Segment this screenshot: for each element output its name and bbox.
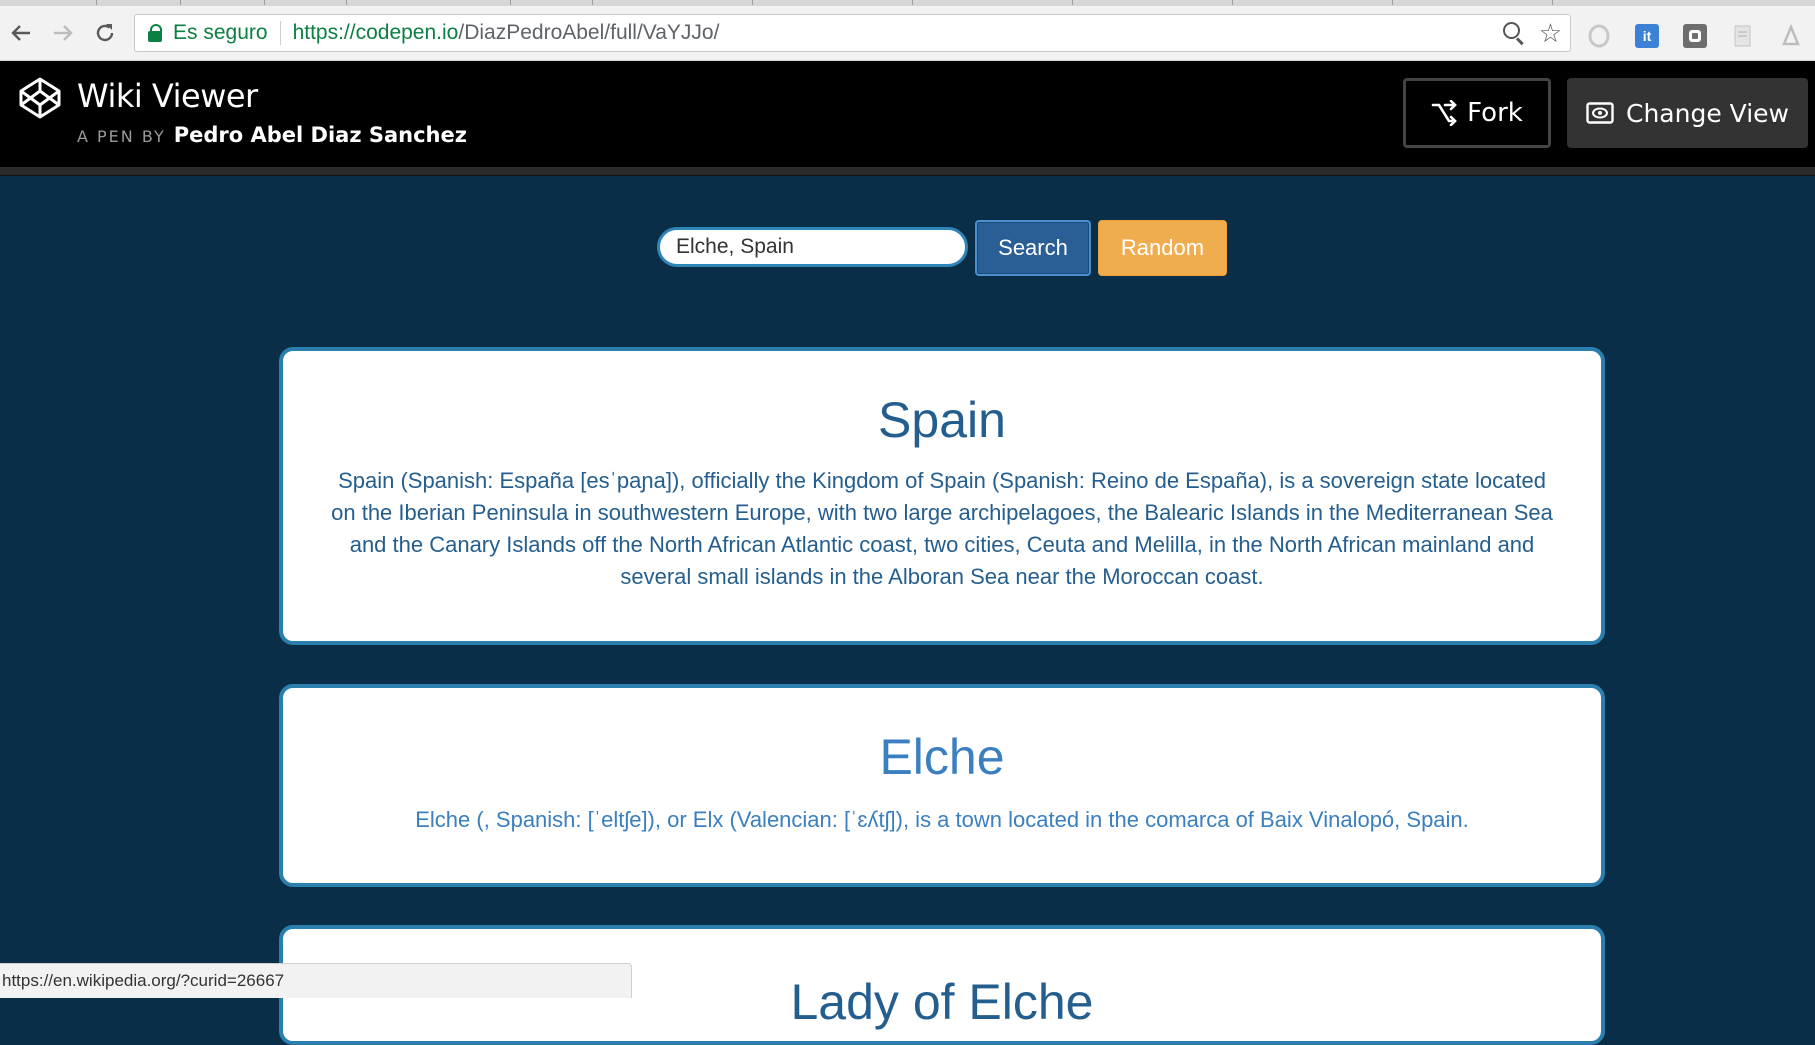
address-bar[interactable]: Es seguro https://codepen.io/DiazPedroAb… [134,14,1571,52]
header-divider [0,167,1815,176]
tab-edge [96,0,97,5]
gray-extension-icon[interactable] [1683,24,1707,48]
tab-edge [1552,0,1553,5]
tab-edge [592,0,593,5]
result-card[interactable]: Elche Elche (, Spanish: [ˈeltʃe]), or El… [279,684,1605,887]
result-snippet: Spain (Spanish: España [esˈpaɲa]), offic… [331,468,1553,589]
tab-edge [180,0,181,5]
arrow-right-icon [54,25,73,41]
tab-edge [1392,0,1393,5]
url-path: /DiazPedroAbel/full/VaYJJo/ [458,21,720,44]
pen-title[interactable]: Wiki Viewer [77,77,258,115]
result-title: Spain [878,392,1006,448]
change-view-button[interactable]: Change View [1567,78,1808,148]
bookmark-star-icon[interactable]: ☆ [1539,20,1562,46]
tab-edge [510,0,511,5]
it-extension-icon[interactable]: it [1635,24,1659,48]
arrow-left-icon [11,25,30,41]
tab-edge [1072,0,1073,5]
reload-icon [96,24,114,42]
byline-label: A PEN BY [77,127,166,146]
tab-edge [346,0,347,5]
result-card[interactable]: Spain Spain (Spanish: España [esˈpaɲa]),… [279,347,1605,645]
fork-button[interactable]: Fork [1403,78,1551,148]
tab-edge [912,0,913,5]
zoom-icon[interactable] [1502,22,1525,46]
omnibox-actions: ☆ [1502,15,1562,51]
search-button[interactable]: Search [975,220,1091,276]
document-extension-icon[interactable] [1731,24,1755,48]
lock-icon [145,23,171,43]
back-button[interactable] [6,18,36,48]
search-input[interactable] [657,227,968,267]
tab-edge [264,0,265,5]
url-host: https://codepen.io [292,21,459,44]
pen-byline: A PEN BY Pedro Abel Diaz Sanchez [77,123,467,147]
opera-extension-icon[interactable] [1587,24,1611,48]
fork-label: Fork [1467,98,1523,128]
tab-edge [752,0,753,5]
codepen-header: Wiki Viewer A PEN BY Pedro Abel Diaz San… [0,61,1815,167]
result-snippet: Elche (, Spanish: [ˈeltʃe]), or Elx (Val… [415,807,1469,832]
forward-button[interactable] [48,18,78,48]
browser-toolbar: Es seguro https://codepen.io/DiazPedroAb… [0,6,1815,61]
fork-icon [1431,100,1457,126]
result-title: Elche [879,729,1005,785]
change-view-label: Change View [1626,98,1789,128]
pdf-extension-icon[interactable] [1779,24,1803,48]
codepen-logo-icon[interactable] [18,76,62,120]
status-bar-url: https://en.wikipedia.org/?curid=26667 [0,963,632,998]
security-label: Es seguro [173,21,268,44]
author-link[interactable]: Pedro Abel Diaz Sanchez [174,123,467,147]
reload-button[interactable] [90,18,120,48]
search-bar: Search Random [0,220,1815,276]
eye-icon [1586,102,1614,124]
tab-edge [1232,0,1233,5]
random-button[interactable]: Random [1098,220,1227,276]
omnibox-divider [279,21,281,45]
